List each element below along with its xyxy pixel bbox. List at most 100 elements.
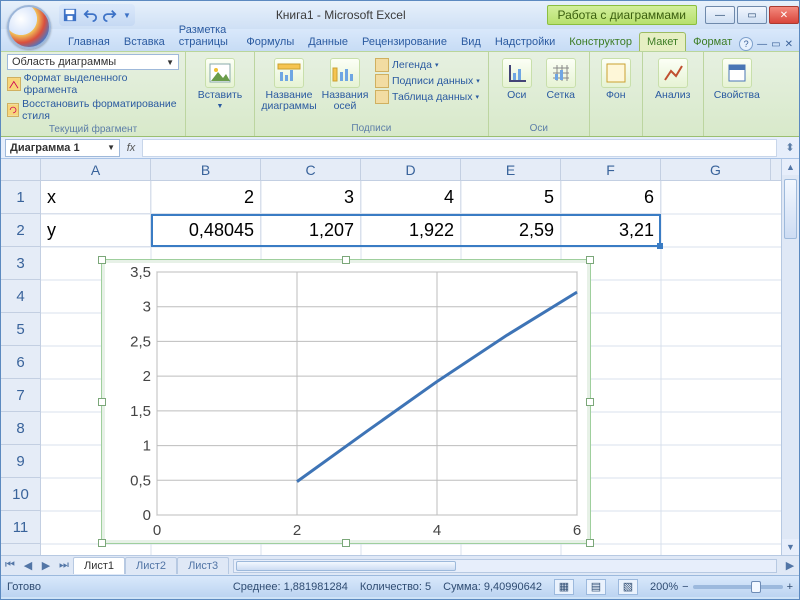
sheet-tab-2[interactable]: Лист2 (125, 557, 177, 574)
view-page-break-icon[interactable]: ▧ (618, 579, 638, 595)
col-header-B[interactable]: B (151, 159, 261, 180)
mdi-close-button[interactable]: ✕ (785, 39, 793, 50)
office-button[interactable] (7, 5, 51, 49)
tab-data[interactable]: Данные (301, 33, 355, 51)
chart-handle[interactable] (342, 256, 350, 264)
help-icon[interactable]: ? (739, 37, 753, 51)
scrollbar-thumb[interactable] (236, 561, 456, 571)
chart-handle[interactable] (586, 539, 594, 547)
legend-button[interactable]: Легенда ▾ (375, 58, 480, 72)
cell-F2[interactable]: 3,21 (561, 214, 661, 247)
cell-B2[interactable]: 0,48045 (151, 214, 261, 247)
tab-layout[interactable]: Макет (639, 32, 686, 51)
row-header-5[interactable]: 5 (1, 313, 40, 346)
chart-handle[interactable] (586, 398, 594, 406)
sheet-nav-next-icon[interactable]: ▶ (37, 559, 55, 572)
scroll-right-icon[interactable]: ▶ (781, 559, 799, 572)
row-header-1[interactable]: 1 (1, 181, 40, 214)
properties-button[interactable]: Свойства (710, 54, 764, 105)
formula-input[interactable] (142, 139, 777, 157)
background-button[interactable]: Фон (596, 54, 636, 105)
select-all-corner[interactable] (1, 159, 41, 181)
chevron-down-icon[interactable]: ▼ (123, 11, 131, 20)
col-header-A[interactable]: A (41, 159, 151, 180)
col-header-E[interactable]: E (461, 159, 561, 180)
scrollbar-thumb[interactable] (784, 179, 797, 239)
tab-view[interactable]: Вид (454, 33, 488, 51)
tab-review[interactable]: Рецензирование (355, 33, 454, 51)
horizontal-scrollbar[interactable] (233, 559, 777, 573)
analysis-button[interactable]: Анализ (649, 54, 697, 105)
scroll-up-icon[interactable]: ▲ (782, 159, 799, 175)
chart-title-button[interactable]: Название диаграммы (261, 54, 317, 116)
cell-F1[interactable]: 6 (561, 181, 661, 214)
row-header-4[interactable]: 4 (1, 280, 40, 313)
row-header-6[interactable]: 6 (1, 346, 40, 379)
tab-design[interactable]: Конструктор (562, 33, 639, 51)
name-box[interactable]: Диаграмма 1 ▼ (5, 139, 120, 157)
chart-handle[interactable] (98, 256, 106, 264)
axes-button[interactable]: Оси (495, 54, 539, 105)
mdi-minimize-button[interactable]: — (757, 39, 767, 50)
fx-button[interactable]: fx (120, 142, 142, 154)
col-header-G[interactable]: G (661, 159, 771, 180)
tab-page-layout[interactable]: Разметка страницы (172, 21, 240, 51)
col-header-C[interactable]: C (261, 159, 361, 180)
row-header-7[interactable]: 7 (1, 379, 40, 412)
cell-B1[interactable]: 2 (151, 181, 261, 214)
cell-E2[interactable]: 2,59 (461, 214, 561, 247)
zoom-slider-thumb[interactable] (751, 581, 761, 593)
sheet-nav-first-icon[interactable]: ⏮ (1, 559, 19, 572)
data-table-button[interactable]: Таблица данных ▾ (375, 90, 480, 104)
view-page-layout-icon[interactable]: ▤ (586, 579, 606, 595)
zoom-in-button[interactable]: + (787, 581, 793, 593)
row-header-3[interactable]: 3 (1, 247, 40, 280)
cell-D1[interactable]: 4 (361, 181, 461, 214)
chart-handle[interactable] (98, 398, 106, 406)
row-header-11[interactable]: 11 (1, 511, 40, 544)
scroll-down-icon[interactable]: ▼ (782, 539, 799, 555)
row-header-10[interactable]: 10 (1, 478, 40, 511)
embedded-chart[interactable]: 00,511,522,533,50246 (101, 259, 591, 544)
row-header-2[interactable]: 2 (1, 214, 40, 247)
sheet-tab-1[interactable]: Лист1 (73, 557, 125, 574)
tab-format[interactable]: Формат (686, 33, 739, 51)
format-selection-button[interactable]: Формат выделенного фрагмента (7, 72, 179, 96)
chart-handle[interactable] (586, 256, 594, 264)
sheet-nav-prev-icon[interactable]: ◀ (19, 559, 37, 572)
cell-C1[interactable]: 3 (261, 181, 361, 214)
close-button[interactable]: ✕ (769, 6, 799, 24)
chart-element-selector[interactable]: Область диаграммы ▼ (7, 54, 179, 70)
cells[interactable]: x 2 3 4 5 6 y 0,48045 1,207 1,922 2,59 3… (41, 181, 781, 555)
tab-home[interactable]: Главная (61, 33, 117, 51)
cell-E1[interactable]: 5 (461, 181, 561, 214)
insert-button[interactable]: Вставить ▼ (192, 54, 248, 114)
minimize-button[interactable]: — (705, 6, 735, 24)
view-normal-icon[interactable]: ▦ (554, 579, 574, 595)
sheet-nav-last-icon[interactable]: ⏭ (55, 559, 73, 572)
col-header-D[interactable]: D (361, 159, 461, 180)
cell-A1[interactable]: x (41, 181, 151, 214)
maximize-button[interactable]: ▭ (737, 6, 767, 24)
redo-icon[interactable] (103, 8, 117, 22)
cell-C2[interactable]: 1,207 (261, 214, 361, 247)
cell-D2[interactable]: 1,922 (361, 214, 461, 247)
formula-expand-button[interactable]: ⬍ (781, 141, 799, 154)
chart-handle[interactable] (98, 539, 106, 547)
vertical-scrollbar[interactable]: ▲ ▼ (781, 159, 799, 555)
gridlines-button[interactable]: Сетка (539, 54, 583, 105)
tab-insert[interactable]: Вставка (117, 33, 172, 51)
reset-style-button[interactable]: Восстановить форматирование стиля (7, 98, 179, 122)
range-handle[interactable] (657, 243, 663, 249)
data-labels-button[interactable]: Подписи данных ▾ (375, 74, 480, 88)
sheet-tab-3[interactable]: Лист3 (177, 557, 229, 574)
zoom-slider[interactable] (693, 585, 783, 589)
tab-formulas[interactable]: Формулы (239, 33, 301, 51)
axis-titles-button[interactable]: Названия осей (317, 54, 373, 116)
row-header-8[interactable]: 8 (1, 412, 40, 445)
cell-A2[interactable]: y (41, 214, 151, 247)
undo-icon[interactable] (83, 8, 97, 22)
chart-handle[interactable] (342, 539, 350, 547)
col-header-F[interactable]: F (561, 159, 661, 180)
tab-addins[interactable]: Надстройки (488, 33, 562, 51)
